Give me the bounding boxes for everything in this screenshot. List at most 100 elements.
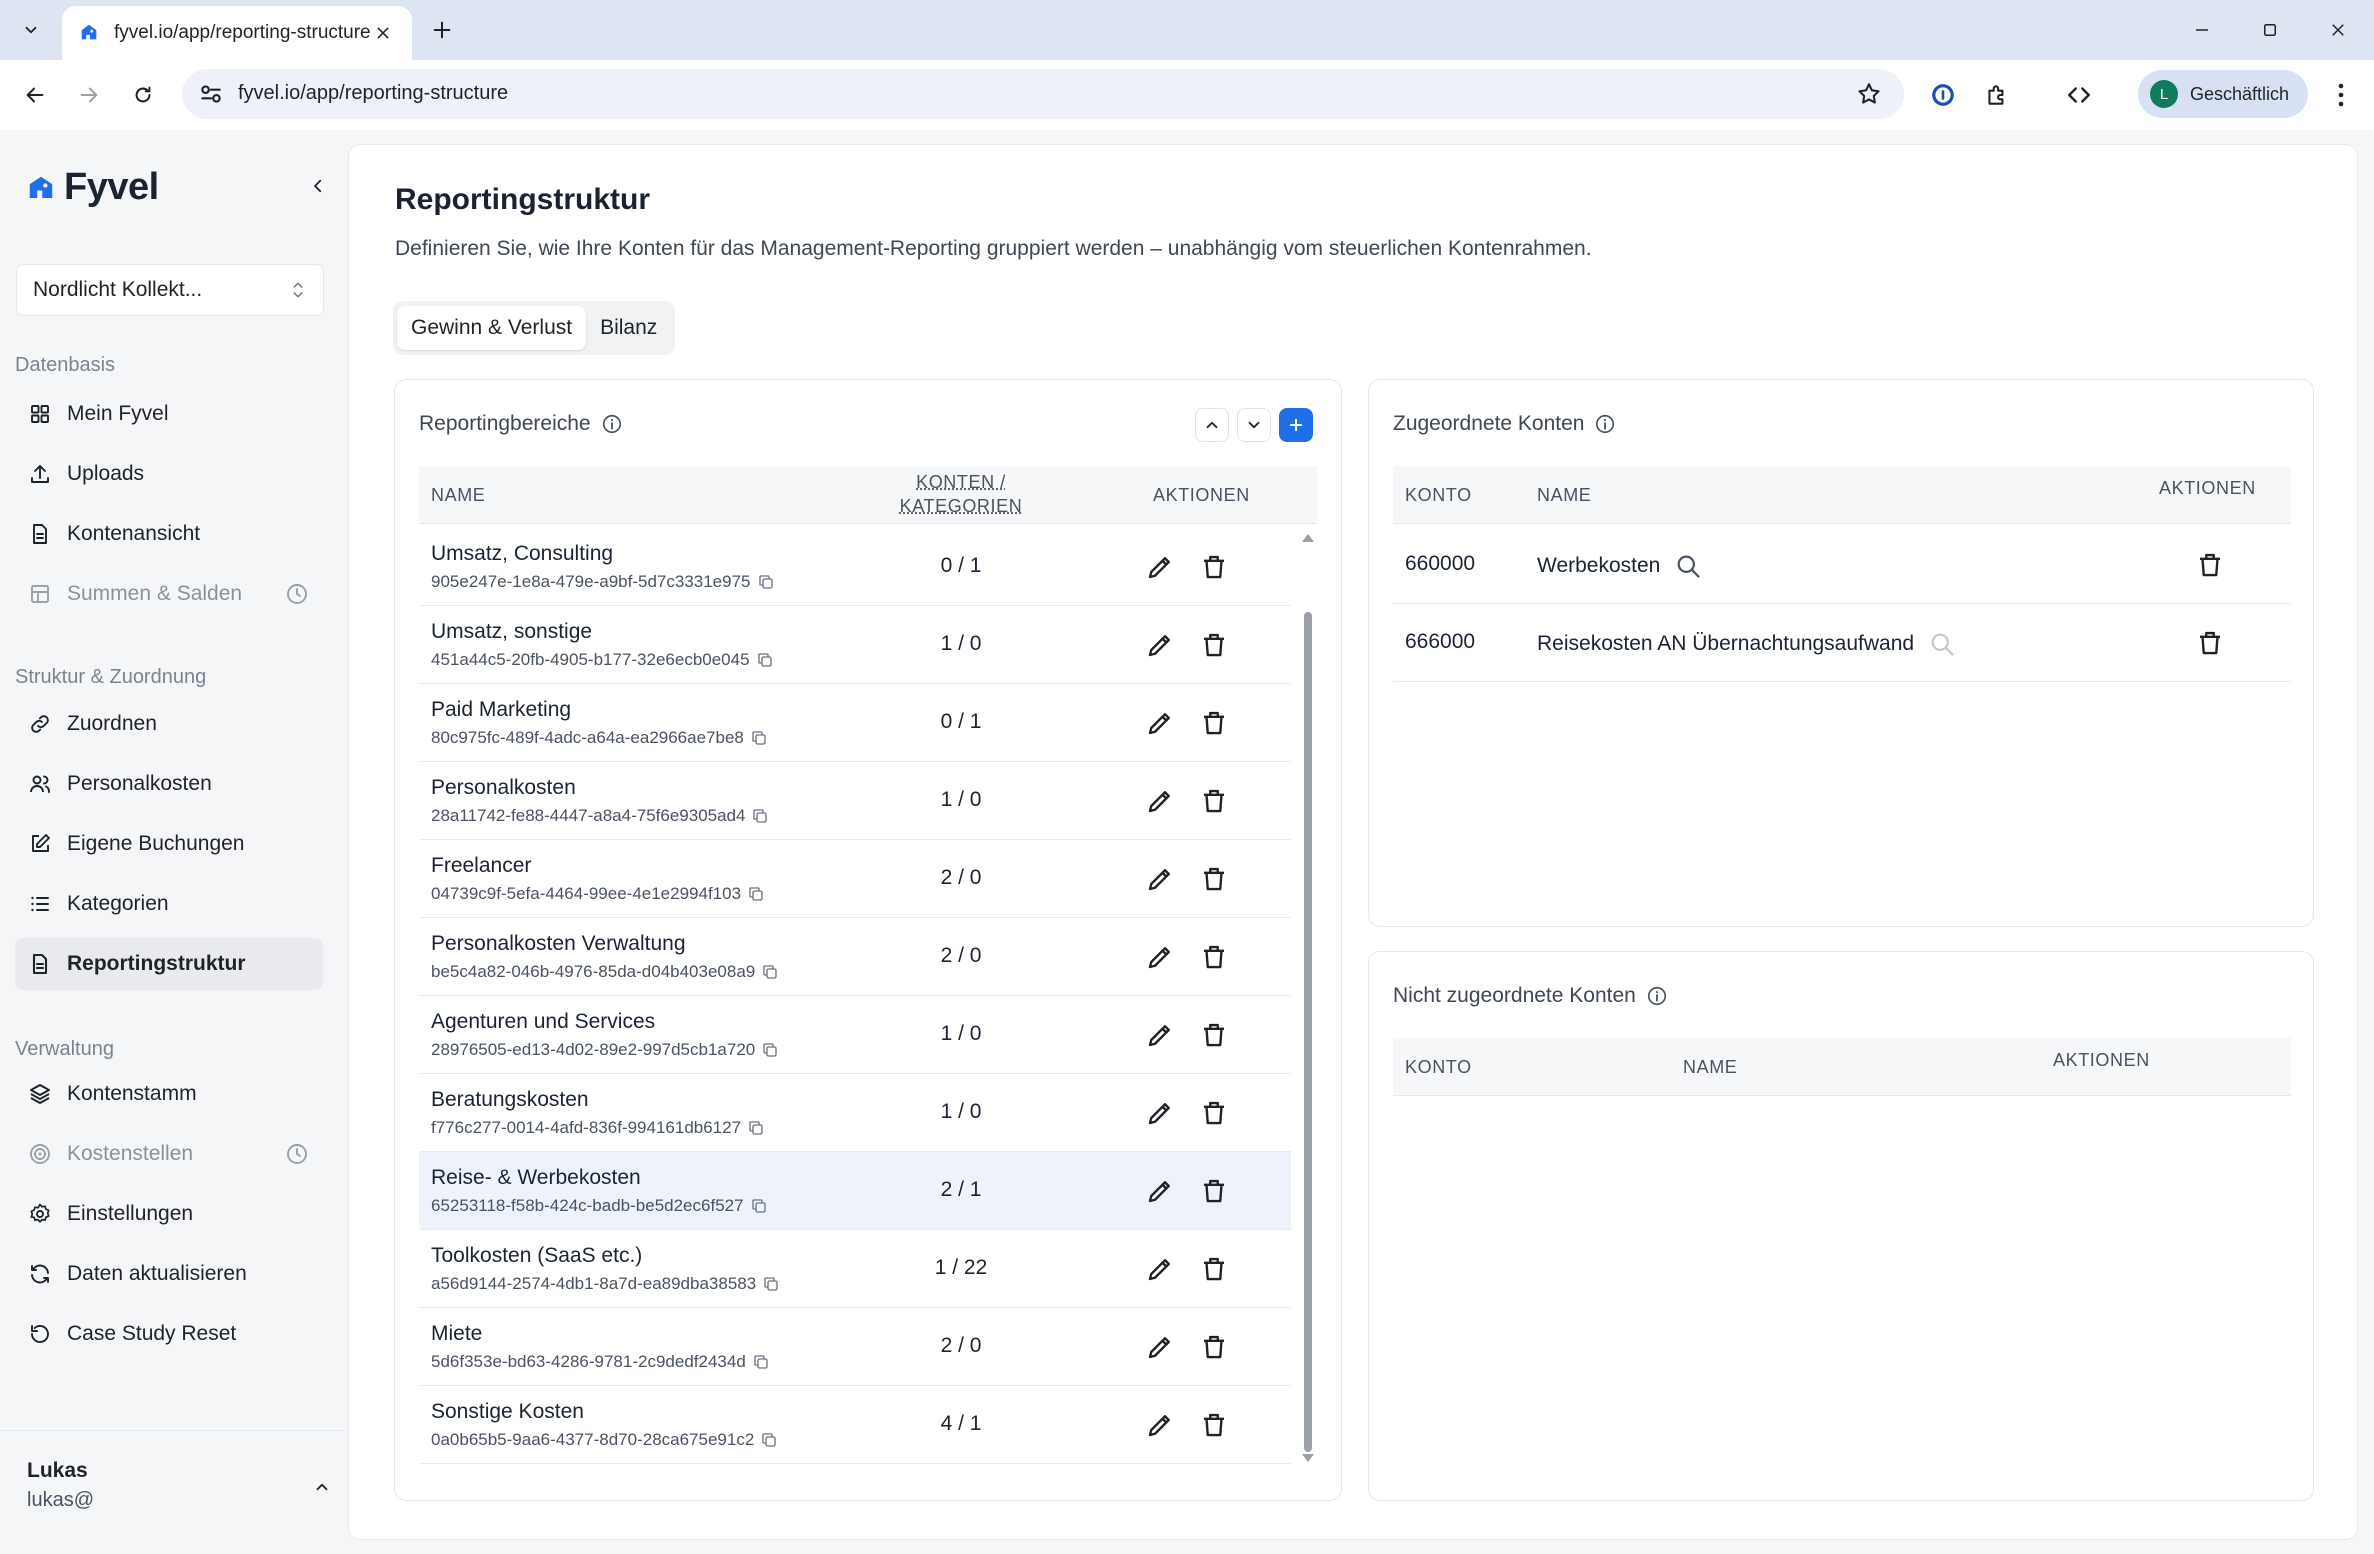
edit-button[interactable] <box>1145 1020 1175 1050</box>
move-up-button[interactable] <box>1195 408 1229 442</box>
delete-button[interactable] <box>1199 1176 1229 1206</box>
sidebar-item-eigene-buchungen[interactable]: Eigene Buchungen <box>15 818 323 870</box>
sidebar-item-kontenansicht[interactable]: Kontenansicht <box>15 508 323 560</box>
chevron-up-icon[interactable] <box>308 1473 336 1501</box>
delete-button[interactable] <box>1199 1254 1229 1284</box>
copy-icon[interactable] <box>757 573 775 591</box>
address-bar[interactable]: fyvel.io/app/reporting-structure <box>182 69 1904 119</box>
forward-button[interactable] <box>70 76 108 114</box>
delete-button[interactable] <box>1199 1332 1229 1362</box>
browser-tab-active[interactable]: fyvel.io/app/reporting-structure <box>62 6 412 60</box>
sidebar-item-zuordnen[interactable]: Zuordnen <box>15 698 323 750</box>
delete-button[interactable] <box>1199 942 1229 972</box>
window-maximize-button[interactable] <box>2250 10 2290 50</box>
sidebar-item-daten-aktualisieren[interactable]: Daten aktualisieren <box>15 1248 323 1300</box>
sidebar-item-case-study-reset[interactable]: Case Study Reset <box>15 1308 323 1360</box>
reload-button[interactable] <box>124 76 162 114</box>
search-icon[interactable] <box>1928 630 1956 658</box>
delete-button[interactable] <box>1199 1098 1229 1128</box>
edit-button[interactable] <box>1145 552 1175 582</box>
copy-icon[interactable] <box>761 963 779 981</box>
user-menu[interactable]: Lukas lukas@ <box>0 1430 344 1554</box>
sidebar-item-summen-salden[interactable]: Summen & Salden <box>15 568 323 620</box>
tab-search-button[interactable] <box>12 12 50 48</box>
browser-menu-button[interactable] <box>2326 76 2356 114</box>
sidebar-item-kontenstamm[interactable]: Kontenstamm <box>15 1068 323 1120</box>
edit-button[interactable] <box>1145 630 1175 660</box>
new-tab-button[interactable] <box>424 12 460 48</box>
copy-icon[interactable] <box>751 807 769 825</box>
site-info-icon[interactable] <box>198 81 224 107</box>
table-row[interactable]: Personalkosten 28a11742-fe88-4447-a8a4-75… <box>419 762 1291 840</box>
back-button[interactable] <box>16 76 54 114</box>
copy-icon[interactable] <box>761 1041 779 1059</box>
sidebar-collapse-button[interactable] <box>302 170 334 202</box>
delete-button[interactable] <box>1199 1410 1229 1440</box>
info-icon[interactable] <box>1646 985 1668 1007</box>
table-row[interactable]: Miete 5d6f353e-bd63-4286-9781-2c9dedf2434… <box>419 1308 1291 1386</box>
delete-button[interactable] <box>1199 864 1229 894</box>
move-down-button[interactable] <box>1237 408 1271 442</box>
table-row[interactable]: Reise- & Werbekosten 65253118-f58b-424c-b… <box>419 1152 1291 1230</box>
add-area-button[interactable] <box>1279 408 1313 442</box>
sidebar-item-reportingstruktur[interactable]: Reportingstruktur <box>15 938 323 990</box>
sidebar-item-uploads[interactable]: Uploads <box>15 448 323 500</box>
edit-button[interactable] <box>1145 1176 1175 1206</box>
table-row[interactable]: Toolkosten (SaaS etc.) a56d9144-2574-4db1… <box>419 1230 1291 1308</box>
search-icon[interactable] <box>1674 552 1702 580</box>
tab-gewinn-verlust[interactable]: Gewinn & Verlust <box>397 306 587 350</box>
table-row[interactable]: Personalkosten Verwaltung be5c4a82-046b-4… <box>419 918 1291 996</box>
sidebar-item-einstellungen[interactable]: Einstellungen <box>15 1188 323 1240</box>
column-header-counts[interactable]: KONTEN / KATEGORIEN <box>891 470 1031 518</box>
table-row[interactable]: Beratungskosten f776c277-0014-4afd-836f-9… <box>419 1074 1291 1152</box>
copy-icon[interactable] <box>750 729 768 747</box>
bookmark-star-icon[interactable] <box>1856 81 1882 107</box>
info-icon[interactable] <box>601 413 623 435</box>
table-row[interactable]: Freelancer 04739c9f-5efa-4464-99ee-4e1e29… <box>419 840 1291 918</box>
sidebar-item-kostenstellen[interactable]: Kostenstellen <box>15 1128 323 1180</box>
edit-button[interactable] <box>1145 786 1175 816</box>
table-row[interactable]: 666000 Reisekosten AN Übernachtungsaufwan… <box>1393 604 2291 682</box>
profile-button[interactable]: L Geschäftlich <box>2138 70 2308 118</box>
edit-button[interactable] <box>1145 1254 1175 1284</box>
info-icon[interactable] <box>1594 413 1616 435</box>
edit-button[interactable] <box>1145 708 1175 738</box>
table-row[interactable]: Umsatz, sonstige 451a44c5-20fb-4905-b177-… <box>419 606 1291 684</box>
table-row[interactable]: Agenturen und Services 28976505-ed13-4d02… <box>419 996 1291 1074</box>
sidebar-item-mein-fyvel[interactable]: Mein Fyvel <box>15 388 323 440</box>
delete-button[interactable] <box>1199 552 1229 582</box>
copy-icon[interactable] <box>747 1119 765 1137</box>
areas-scrollbar-thumb[interactable] <box>1304 612 1312 1452</box>
extensions-button[interactable] <box>1982 80 2012 110</box>
window-minimize-button[interactable] <box>2182 10 2222 50</box>
window-close-button[interactable] <box>2318 10 2358 50</box>
copy-icon[interactable] <box>752 1353 770 1371</box>
table-row[interactable]: Sonstige Kosten 0a0b65b5-9aa6-4377-8d70-2… <box>419 1386 1291 1464</box>
copy-icon[interactable] <box>756 651 774 669</box>
tab-close-button[interactable] <box>370 20 396 46</box>
password-manager-extension[interactable] <box>1928 80 1958 110</box>
brand-logo[interactable]: Fyvel <box>26 166 159 209</box>
areas-scrollbar[interactable] <box>1301 528 1315 1468</box>
delete-button[interactable] <box>1199 708 1229 738</box>
devtools-button[interactable] <box>2064 80 2094 110</box>
table-row[interactable]: Umsatz, Consulting 905e247e-1e8a-479e-a9b… <box>419 528 1291 606</box>
edit-button[interactable] <box>1145 1098 1175 1128</box>
delete-button[interactable] <box>1199 1020 1229 1050</box>
scroll-up-arrow-icon[interactable] <box>1301 532 1315 544</box>
table-row[interactable]: 660000 Werbekosten <box>1393 526 2291 604</box>
delete-button[interactable] <box>2195 628 2225 658</box>
copy-icon[interactable] <box>762 1275 780 1293</box>
copy-icon[interactable] <box>747 885 765 903</box>
edit-button[interactable] <box>1145 942 1175 972</box>
scroll-down-arrow-icon[interactable] <box>1301 1452 1315 1464</box>
copy-icon[interactable] <box>750 1197 768 1215</box>
sidebar-item-kategorien[interactable]: Kategorien <box>15 878 323 930</box>
sidebar-item-personalkosten[interactable]: Personalkosten <box>15 758 323 810</box>
delete-button[interactable] <box>2195 550 2225 580</box>
edit-button[interactable] <box>1145 1410 1175 1440</box>
tab-bilanz[interactable]: Bilanz <box>586 306 671 350</box>
delete-button[interactable] <box>1199 786 1229 816</box>
edit-button[interactable] <box>1145 864 1175 894</box>
edit-button[interactable] <box>1145 1332 1175 1362</box>
